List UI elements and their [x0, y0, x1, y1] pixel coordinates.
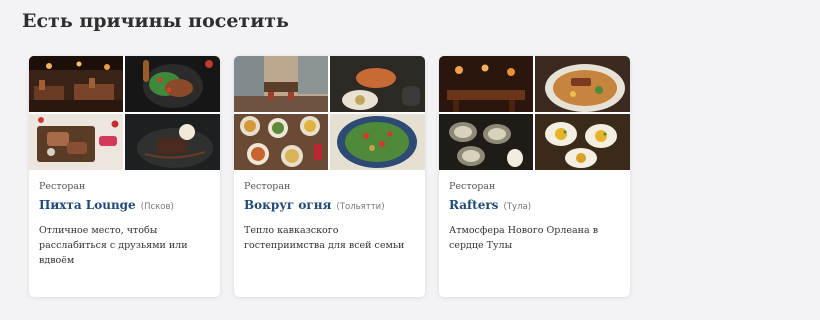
noodle-bowl-photo [535, 56, 630, 112]
steak-salad-photo [125, 56, 220, 112]
restaurant-card[interactable]: Ресторан Вокруг огня (Тольятти) Тепло ка… [234, 56, 425, 297]
place-type: Ресторан [449, 181, 496, 192]
restaurant-interior-photo [234, 56, 328, 112]
section-title: Есть причины посетить [22, 10, 289, 32]
restaurant-card[interactable]: Ресторан Rafters (Тула) Атмосфера Нового… [439, 56, 630, 297]
restaurant-cards: Ресторан Пихта Lounge (Псков) Отличное м… [29, 56, 630, 297]
photo-grid [439, 56, 630, 170]
place-type: Ресторан [244, 181, 291, 192]
restaurant-name-link[interactable]: Rafters [449, 198, 498, 212]
restaurant-name-link[interactable]: Вокруг огня [244, 198, 331, 212]
restaurant-name-link[interactable]: Пихта Lounge [39, 198, 136, 212]
city-label: (Псков) [140, 202, 174, 212]
meat-platter-photo [29, 114, 123, 170]
table-spread-photo [234, 114, 328, 170]
food-dishes-photo [330, 56, 425, 112]
city-label: (Тула) [503, 202, 532, 212]
restaurant-interior-photo [439, 56, 533, 112]
restaurant-description: Отличное место, чтобы расслабиться с дру… [39, 225, 188, 266]
photo-grid [29, 56, 220, 170]
restaurant-interior-photo [29, 56, 123, 112]
salad-photo [330, 114, 425, 170]
restaurant-description: Тепло кавказского гостеприимства для все… [244, 225, 405, 251]
oysters-photo [439, 114, 533, 170]
dessert-photo [125, 114, 220, 170]
restaurant-description: Атмосфера Нового Орлеана в сердце Тулы [449, 225, 599, 251]
restaurant-card[interactable]: Ресторан Пихта Lounge (Псков) Отличное м… [29, 56, 220, 297]
city-label: (Тольятти) [336, 202, 385, 212]
deviled-eggs-photo [535, 114, 630, 170]
place-type: Ресторан [39, 181, 86, 192]
photo-grid [234, 56, 425, 170]
